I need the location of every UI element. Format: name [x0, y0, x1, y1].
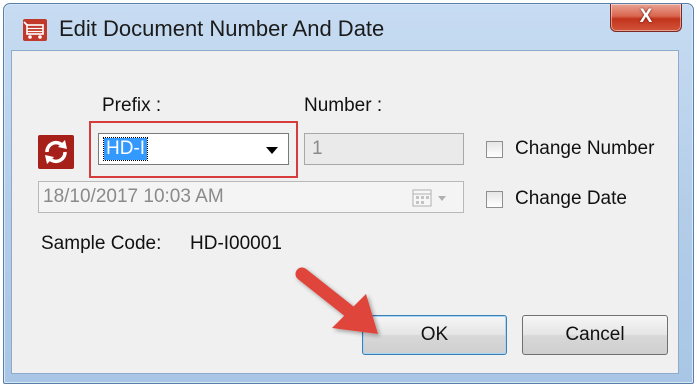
- close-icon: X: [639, 6, 653, 27]
- change-date-checkbox[interactable]: [486, 191, 503, 208]
- title-bar[interactable]: Edit Document Number And Date X: [4, 4, 693, 48]
- sample-code-label: Sample Code:: [41, 233, 162, 254]
- close-button[interactable]: X: [610, 4, 682, 32]
- change-number-checkbox[interactable]: [486, 141, 503, 158]
- calendar-dropdown-icon[interactable]: [412, 189, 452, 207]
- change-number-label[interactable]: Change Number: [515, 138, 654, 160]
- date-value: 18/10/2017 10:03 AM: [43, 186, 224, 207]
- annotation-arrow: [295, 267, 378, 334]
- sample-code-value: HD-I00001: [190, 233, 282, 254]
- number-field[interactable]: 1: [304, 133, 464, 165]
- shopping-cart-icon: [23, 19, 47, 41]
- prefix-label: Prefix :: [102, 95, 162, 116]
- prefix-dropdown[interactable]: HD-I: [98, 133, 289, 165]
- number-label: Number :: [304, 95, 383, 116]
- change-date-label[interactable]: Change Date: [515, 188, 627, 210]
- chevron-down-icon[interactable]: [266, 147, 278, 154]
- prefix-selected-value: HD-I: [102, 137, 149, 161]
- date-picker-field[interactable]: 18/10/2017 10:03 AM: [38, 181, 464, 213]
- cancel-button[interactable]: Cancel: [522, 315, 668, 355]
- window-title: Edit Document Number And Date: [59, 16, 385, 41]
- refresh-icon[interactable]: [38, 135, 74, 169]
